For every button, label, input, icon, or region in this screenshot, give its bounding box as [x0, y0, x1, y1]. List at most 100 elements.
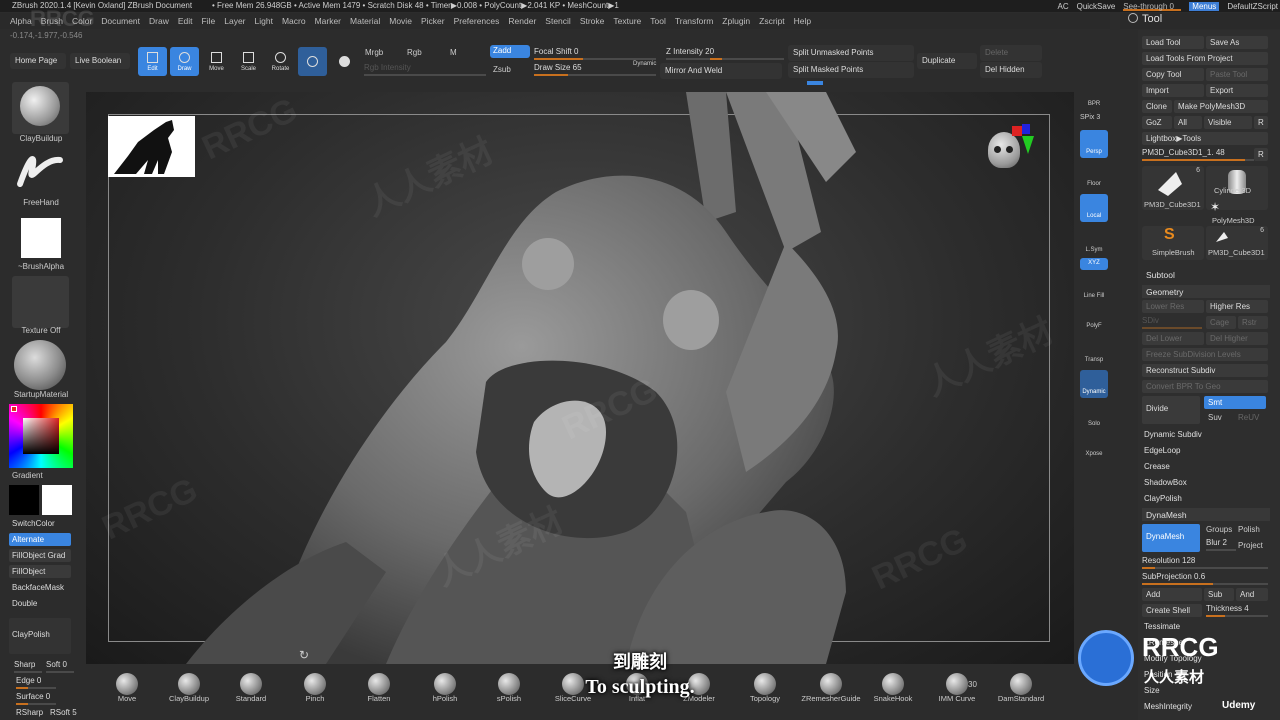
ac-button[interactable]: AC — [1057, 2, 1068, 11]
split-unmasked-button[interactable]: Split Unmasked Points — [788, 45, 914, 61]
blur-slider[interactable]: Blur 2 — [1206, 538, 1236, 551]
gradient-label[interactable]: Gradient — [12, 471, 94, 480]
current-tool-r-button[interactable]: R — [1254, 148, 1268, 161]
secondary-color-swatch[interactable] — [9, 485, 39, 515]
m-button[interactable]: M — [450, 48, 457, 57]
shadowbox-header[interactable]: ShadowBox — [1144, 478, 1187, 487]
edit-button[interactable]: Edit — [138, 47, 167, 76]
persp-button[interactable]: Persp — [1080, 130, 1108, 158]
scale-button[interactable]: Scale — [234, 47, 263, 76]
add-button[interactable]: Add — [1142, 588, 1202, 601]
menu-file[interactable]: File — [202, 16, 216, 26]
divide-button[interactable]: Divide — [1142, 396, 1200, 424]
menu-movie[interactable]: Movie — [389, 16, 412, 26]
transp-button[interactable]: Transp — [1080, 338, 1108, 366]
stroke-thumbnail[interactable] — [12, 146, 69, 198]
tool-thumb-polymesh3d[interactable]: PolyMesh3D — [1212, 216, 1255, 225]
polish-toggle[interactable]: Polish — [1238, 525, 1260, 534]
floor-button[interactable]: Floor — [1080, 162, 1108, 190]
menu-layer[interactable]: Layer — [224, 16, 245, 26]
freeze-subdivision-button[interactable]: Freeze SubDivision Levels — [1142, 348, 1268, 361]
goz-button[interactable]: GoZ — [1142, 116, 1172, 129]
home-page-button[interactable]: Home Page — [10, 53, 66, 69]
rgb-button[interactable]: Rgb — [407, 48, 422, 57]
reconstruct-subdiv-button[interactable]: Reconstruct Subdiv — [1142, 364, 1268, 377]
menu-help[interactable]: Help — [794, 16, 811, 26]
goz-visible-button[interactable]: Visible — [1204, 116, 1252, 129]
lsym-button[interactable]: L.Sym — [1080, 228, 1108, 256]
copy-tool-button[interactable]: Copy Tool — [1142, 68, 1204, 81]
import-button[interactable]: Import — [1142, 84, 1204, 97]
dynamesh-button[interactable]: DynaMesh — [1142, 524, 1200, 552]
export-button[interactable]: Export — [1206, 84, 1268, 97]
convert-bpr-button[interactable]: Convert BPR To Geo — [1142, 380, 1268, 393]
del-higher-button[interactable]: Del Higher — [1206, 332, 1268, 345]
menu-stroke[interactable]: Stroke — [580, 16, 605, 26]
color-saturation-square[interactable] — [23, 418, 59, 454]
subtool-header[interactable]: Subtool — [1146, 270, 1175, 280]
fillobject-button[interactable]: FillObject — [9, 565, 71, 578]
xpose-button[interactable]: Xpose — [1080, 432, 1108, 460]
menu-zplugin[interactable]: Zplugin — [722, 16, 750, 26]
split-masked-button[interactable]: Split Masked Points — [788, 62, 914, 78]
material-sphere-button[interactable] — [330, 47, 359, 76]
suv-toggle[interactable]: Suv — [1208, 413, 1222, 422]
claypolish-header[interactable]: ClayPolish — [1144, 494, 1182, 503]
goz-r-button[interactable]: R — [1254, 116, 1268, 129]
menu-edit[interactable]: Edit — [178, 16, 193, 26]
focal-shift-slider[interactable]: Focal Shift 0 — [534, 47, 656, 60]
menu-zscript[interactable]: Zscript — [759, 16, 785, 26]
menu-tool[interactable]: Tool — [650, 16, 666, 26]
dynamesh-header[interactable]: DynaMesh — [1142, 508, 1270, 521]
delete-button[interactable]: Delete — [980, 45, 1042, 61]
current-tool-slider[interactable]: PM3D_Cube3D1_1. 48 — [1142, 148, 1254, 161]
menu-render[interactable]: Render — [508, 16, 536, 26]
live-boolean-button[interactable]: Live Boolean — [70, 53, 130, 69]
z-intensity-slider[interactable]: Z Intensity 20 — [666, 47, 784, 60]
zadd-button[interactable]: Zadd — [490, 45, 530, 58]
texture-thumbnail[interactable] — [12, 276, 69, 328]
rgb-intensity-slider[interactable]: Rgb Intensity — [364, 63, 486, 76]
backface-mask-button[interactable]: BackfaceMask — [9, 581, 71, 594]
tool-thumb-pm3d-cube-2[interactable]: 6 PM3D_Cube3D1 — [1206, 226, 1268, 260]
material-thumbnail[interactable] — [12, 338, 69, 390]
alpha-thumbnail[interactable] — [12, 212, 69, 264]
quicksave-button[interactable]: QuickSave — [1077, 2, 1116, 11]
symmetry-toggle[interactable] — [298, 47, 327, 76]
save-as-button[interactable]: Save As — [1206, 36, 1268, 49]
groups-toggle[interactable]: Groups — [1206, 525, 1232, 534]
bpr-button[interactable]: BPR — [1080, 82, 1108, 110]
subprojection-slider[interactable]: SubProjection 0.6 — [1142, 572, 1268, 585]
make-polymesh-button[interactable]: Make PolyMesh3D — [1174, 100, 1268, 113]
polyf-button[interactable]: PolyF — [1080, 304, 1108, 332]
rstr-button[interactable]: Rstr — [1238, 316, 1268, 329]
create-shell-button[interactable]: Create Shell — [1142, 604, 1202, 617]
menu-preferences[interactable]: Preferences — [454, 16, 500, 26]
spix-slider[interactable]: SPix 3 — [1080, 114, 1100, 121]
menu-picker[interactable]: Picker — [421, 16, 445, 26]
and-button[interactable]: And — [1236, 588, 1268, 601]
cage-button[interactable]: Cage — [1206, 316, 1236, 329]
menu-draw[interactable]: Draw — [149, 16, 169, 26]
mrgb-button[interactable]: Mrgb — [365, 48, 383, 57]
rsharp-slider[interactable]: RSharp — [16, 708, 44, 720]
del-hidden-button[interactable]: Del Hidden — [980, 62, 1042, 78]
switch-color-button[interactable]: SwitchColor — [9, 517, 71, 530]
edgeloop-header[interactable]: EdgeLoop — [1144, 446, 1180, 455]
menu-marker[interactable]: Marker — [315, 16, 341, 26]
project-toggle[interactable]: Project — [1238, 541, 1263, 550]
zsub-button[interactable]: Zsub — [493, 65, 511, 74]
del-lower-button[interactable]: Del Lower — [1142, 332, 1204, 345]
mirror-weld-button[interactable]: Mirror And Weld — [660, 63, 782, 79]
rsoft-slider[interactable]: RSoft 5 — [50, 708, 78, 720]
main-color-swatch[interactable] — [42, 485, 72, 515]
thickness-slider[interactable]: Thickness 4 — [1206, 604, 1268, 617]
menu-document[interactable]: Document — [101, 16, 140, 26]
default-zscript-button[interactable]: DefaultZScript — [1227, 2, 1278, 11]
menu-stencil[interactable]: Stencil — [545, 16, 571, 26]
clone-button[interactable]: Clone — [1142, 100, 1172, 113]
goz-all-button[interactable]: All — [1174, 116, 1202, 129]
alternate-button[interactable]: Alternate — [9, 533, 71, 546]
menu-texture[interactable]: Texture — [613, 16, 641, 26]
lower-res-button[interactable]: Lower Res — [1142, 300, 1204, 313]
